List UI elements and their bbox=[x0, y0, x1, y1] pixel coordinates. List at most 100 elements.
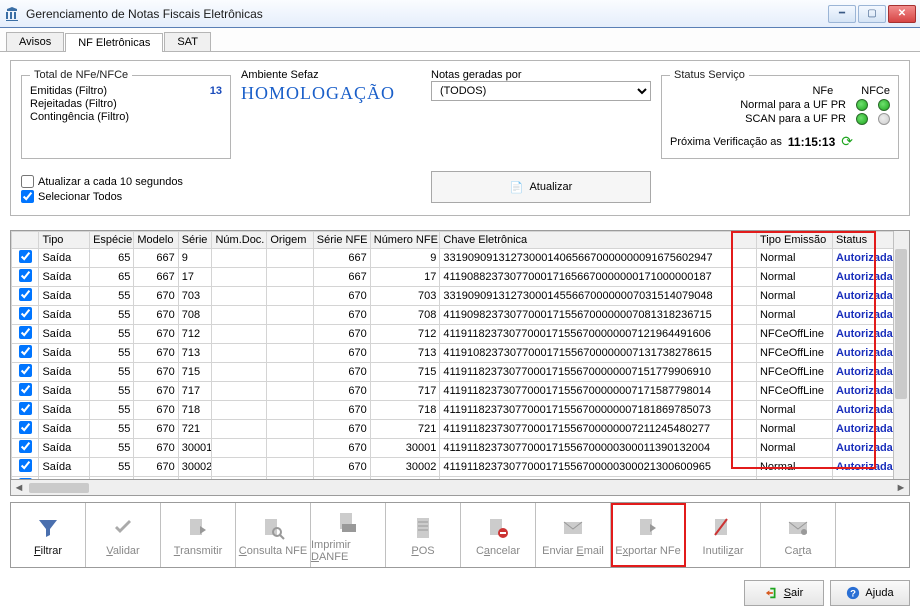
col-header[interactable]: Núm.Doc. bbox=[212, 232, 267, 249]
status-legend: Status Serviço bbox=[670, 69, 749, 81]
col-header[interactable]: Número NFE bbox=[370, 232, 440, 249]
minimize-button[interactable]: ━ bbox=[828, 5, 856, 23]
refresh-icon[interactable]: ⟳ bbox=[841, 133, 853, 150]
tool-cancelar[interactable]: Cancelar bbox=[461, 503, 536, 567]
table-row[interactable]: Saída55670703670703331909091312730001455… bbox=[12, 287, 909, 306]
tool-email[interactable]: Enviar Email bbox=[536, 503, 611, 567]
status-dot-nfce bbox=[878, 113, 890, 125]
col-header[interactable] bbox=[12, 232, 39, 249]
nfe-grid[interactable]: TipoEspécieModeloSérieNúm.Doc.OrigemSéri… bbox=[11, 231, 909, 480]
ambiente-region: Ambiente Sefaz HOMOLOGAÇÃO bbox=[241, 69, 421, 159]
document-refresh-icon: 📄 bbox=[510, 181, 524, 194]
status-dot-nfe bbox=[856, 99, 868, 111]
row-checkbox[interactable] bbox=[19, 250, 32, 263]
sair-rest: air bbox=[791, 587, 803, 599]
proxima-label: Próxima Verificação as bbox=[670, 136, 782, 148]
row-checkbox[interactable] bbox=[19, 269, 32, 282]
table-row[interactable]: Saída55670718670718411911823730770001715… bbox=[12, 401, 909, 420]
tool-label: Carta bbox=[785, 545, 812, 557]
sair-button[interactable]: Sair bbox=[744, 580, 824, 606]
vertical-scrollbar[interactable] bbox=[893, 231, 909, 479]
tool-label: Exportar NFe bbox=[615, 545, 680, 557]
totals-region: Total de NFe/NFCe Emitidas (Filtro) 13 Rej… bbox=[21, 69, 231, 159]
table-row[interactable]: Saída55670717670717411911823730770001715… bbox=[12, 382, 909, 401]
row-checkbox[interactable] bbox=[19, 383, 32, 396]
help-icon: ? bbox=[846, 586, 860, 600]
ajuda-label: Ajuda bbox=[865, 587, 893, 599]
col-header[interactable]: Modelo bbox=[134, 232, 178, 249]
proxima-time: 11:15:13 bbox=[788, 135, 835, 149]
row-checkbox[interactable] bbox=[19, 345, 32, 358]
totals-value: 13 bbox=[210, 85, 222, 97]
row-checkbox[interactable] bbox=[19, 326, 32, 339]
close-button[interactable]: ✕ bbox=[888, 5, 916, 23]
mail-icon bbox=[561, 514, 585, 542]
table-row[interactable]: Saída55670300016703000141191182373077000… bbox=[12, 439, 909, 458]
tool-inutilizar[interactable]: Inutilizar bbox=[686, 503, 761, 567]
tool-filtrar[interactable]: Filtrar bbox=[11, 503, 86, 567]
auto-refresh-checkbox[interactable]: Atualizar a cada 10 segundos bbox=[21, 175, 421, 188]
tool-pos[interactable]: POS bbox=[386, 503, 461, 567]
status-col-nfce: NFCe bbox=[861, 85, 890, 97]
table-row[interactable]: Saída55670713670713411910823730770001715… bbox=[12, 344, 909, 363]
col-header[interactable]: Origem bbox=[267, 232, 313, 249]
tab-avisos[interactable]: Avisos bbox=[6, 32, 64, 51]
row-checkbox[interactable] bbox=[19, 440, 32, 453]
tab-sat[interactable]: SAT bbox=[164, 32, 211, 51]
status-dot-nfe bbox=[856, 113, 868, 125]
table-row[interactable]: Saída55670721670721411911823730770001715… bbox=[12, 420, 909, 439]
col-header[interactable]: Espécie bbox=[90, 232, 134, 249]
tool-validar[interactable]: Validar bbox=[86, 503, 161, 567]
status-region: Status Serviço NFe NFCe Normal para a UF… bbox=[661, 69, 899, 159]
status-col-nfe: NFe bbox=[812, 85, 833, 97]
table-row[interactable]: Saída55670708670708411909823730770001715… bbox=[12, 306, 909, 325]
ajuda-button[interactable]: ? Ajuda bbox=[830, 580, 910, 606]
notas-por-select[interactable]: (TODOS) bbox=[431, 81, 651, 101]
tool-transmitir[interactable]: Transmitir bbox=[161, 503, 236, 567]
print-icon bbox=[336, 508, 360, 536]
col-header[interactable]: Série bbox=[178, 232, 212, 249]
totals-label: Rejeitadas (Filtro) bbox=[30, 98, 169, 110]
table-row[interactable]: Saída65667176671741190882373077000171656… bbox=[12, 268, 909, 287]
window-title: Gerenciamento de Notas Fiscais Eletrônic… bbox=[26, 7, 828, 21]
select-all-checkbox[interactable]: Selecionar Todos bbox=[21, 190, 421, 203]
notas-por-region: Notas geradas por (TODOS) bbox=[431, 69, 651, 159]
status-row-label: SCAN para a UF PR bbox=[745, 113, 846, 125]
col-header[interactable]: Chave Eletrônica bbox=[440, 232, 757, 249]
action-toolbar: Filtrar Validar TransmitirConsulta NFEImpr… bbox=[10, 502, 910, 568]
tool-label: Filtrar bbox=[34, 545, 62, 557]
maximize-button[interactable]: ▢ bbox=[858, 5, 886, 23]
ambiente-label: Ambiente Sefaz bbox=[241, 69, 421, 81]
status-dot-nfce bbox=[878, 99, 890, 111]
tool-exportar[interactable]: Exportar NFe bbox=[611, 503, 686, 567]
totals-label: Emitidas (Filtro) bbox=[30, 85, 169, 97]
row-checkbox[interactable] bbox=[19, 459, 32, 472]
row-checkbox[interactable] bbox=[19, 421, 32, 434]
refresh-button[interactable]: 📄 Atualizar bbox=[431, 171, 651, 203]
table-row[interactable]: Saída55670712670712411911823730770001715… bbox=[12, 325, 909, 344]
horizontal-scrollbar[interactable]: ◄► bbox=[10, 480, 910, 496]
tool-consulta[interactable]: Consulta NFE bbox=[236, 503, 311, 567]
row-checkbox[interactable] bbox=[19, 307, 32, 320]
send-icon bbox=[186, 514, 210, 542]
totals-label: Contingência (Filtro) bbox=[30, 111, 169, 123]
filter-icon bbox=[36, 514, 60, 542]
col-header[interactable]: Tipo bbox=[39, 232, 90, 249]
row-checkbox[interactable] bbox=[19, 364, 32, 377]
col-header[interactable]: Tipo Emissão bbox=[756, 232, 832, 249]
table-row[interactable]: Saída55670300026703000241191182373077000… bbox=[12, 458, 909, 477]
table-row[interactable]: Saída65667966793319090913127300014065667… bbox=[12, 249, 909, 268]
tab-nf-eletrônicas[interactable]: NF Eletrônicas bbox=[65, 33, 163, 52]
col-header[interactable]: Série NFE bbox=[313, 232, 370, 249]
totals-legend: Total de NFe/NFCe bbox=[30, 69, 132, 81]
check-icon bbox=[111, 514, 135, 542]
ambiente-value: HOMOLOGAÇÃO bbox=[241, 83, 421, 104]
tool-danfe[interactable]: Imprimir DANFE bbox=[311, 503, 386, 567]
svg-text:?: ? bbox=[850, 589, 856, 600]
tool-label: Validar bbox=[106, 545, 139, 557]
row-checkbox[interactable] bbox=[19, 402, 32, 415]
tool-carta[interactable]: Carta bbox=[761, 503, 836, 567]
export-icon bbox=[636, 514, 660, 542]
row-checkbox[interactable] bbox=[19, 288, 32, 301]
table-row[interactable]: Saída55670715670715411911823730770001715… bbox=[12, 363, 909, 382]
